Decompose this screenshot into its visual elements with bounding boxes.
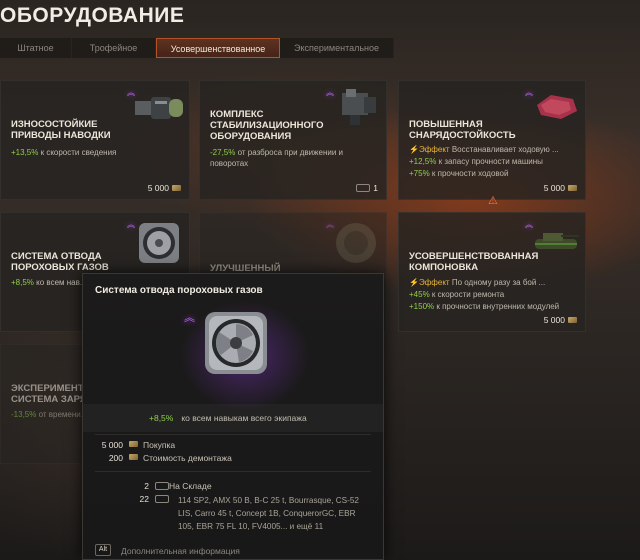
card-title: СИСТЕМА ОТВОДА ПОРОХОВЫХ ГАЗОВ (11, 251, 109, 273)
tab-standard[interactable]: Штатное (0, 38, 72, 58)
card-bonus: +150% к прочности внутренних модулей (409, 302, 560, 311)
card-in-stock: 1 (356, 183, 378, 193)
tank-icon (155, 482, 169, 490)
alt-key-icon: Alt (95, 544, 111, 556)
tank-model-image (535, 233, 579, 249)
tank-icon (356, 184, 371, 192)
tank-icon (155, 495, 169, 503)
tab-bar: Штатное Трофейное Усовершенствованное Эк… (0, 38, 394, 58)
equipment-tooltip: Система отвода пороховых газов ︽ +8,5% ко… (82, 273, 384, 560)
rank-chevron-icon: ︽ (127, 220, 135, 229)
armor-plate-image (537, 95, 577, 119)
credit-icon (568, 185, 577, 191)
demount-row: 200 Стоимость демонтажа (108, 453, 232, 463)
tab-experimental[interactable]: Экспериментальное (280, 38, 394, 58)
warning-icon: ⚠ (488, 195, 498, 207)
more-info-hint: Дополнительная информация (121, 546, 240, 556)
card-bonus: -27,5% от разброса при движении и поворо… (210, 148, 343, 168)
divider (95, 434, 371, 435)
page-title: ОБОРУДОВАНИЕ (0, 4, 185, 27)
equipment-card-shell-resistance[interactable]: ︽ ПОВЫШЕННАЯ СНАРЯДОСТОЙКОСТЬ ⚡Эффект Во… (398, 80, 586, 200)
divider (95, 471, 371, 472)
credit-icon (172, 185, 181, 191)
card-price: 5 000 (544, 183, 577, 193)
card-price: 5 000 (148, 183, 181, 193)
tab-improved[interactable]: Усовершенствованное (156, 38, 280, 58)
card-price: 5 000 (544, 315, 577, 325)
stabilizer-image (342, 89, 376, 125)
fan-image (205, 312, 267, 374)
card-bonus: -13,5% от времени... (11, 410, 88, 419)
equipment-card-stabilization[interactable]: ︽ КОМПЛЕКС СТАБИЛИЗАЦИОННОГО ОБОРУДОВАНИ… (199, 80, 387, 200)
tab-trophy[interactable]: Трофейное (72, 38, 156, 58)
rank-chevron-icon: ︽ (184, 312, 195, 324)
card-bonus: +45% к скорости ремонта (409, 290, 505, 299)
gun-drives-image (135, 97, 183, 119)
card-title: ИЗНОСОСТОЙКИЕ ПРИВОДЫ НАВОДКИ (11, 119, 111, 141)
card-title: ПОВЫШЕННАЯ СНАРЯДОСТОЙКОСТЬ (409, 119, 516, 141)
credit-icon (568, 317, 577, 323)
equipment-card-gun-drives[interactable]: ︽ ИЗНОСОСТОЙКИЕ ПРИВОДЫ НАВОДКИ +13,5% к… (0, 80, 190, 200)
card-title: КОМПЛЕКС СТАБИЛИЗАЦИОННОГО ОБОРУДОВАНИЯ (210, 109, 324, 142)
credit-icon (129, 454, 138, 460)
card-bonus: +12,5% к запасу прочности машины (409, 157, 543, 166)
card-title: УСОВЕРШЕНСТВОВАННАЯ КОМПОНОВКА (409, 251, 539, 273)
compressor-image (336, 223, 376, 263)
fan-image (139, 223, 179, 263)
credit-icon (129, 441, 138, 447)
tooltip-bonus: +8,5% ко всем навыкам всего экипажа (149, 413, 307, 423)
equipment-card-improved-layout[interactable]: ︽ УСОВЕРШЕНСТВОВАННАЯ КОМПОНОВКА ⚡Эффект… (398, 212, 586, 332)
compatible-tanks-list: 114 SP2, AMX 50 B, B-C 25 t, Bourrasque,… (178, 496, 359, 531)
stock-row: 2 На Складе (144, 481, 212, 491)
tanks-count-row: 22 (109, 494, 169, 506)
card-bonus: +8,5% ко всем нав... (11, 278, 87, 287)
card-bonus: +75% к прочности ходовой (409, 169, 509, 178)
tooltip-title: Система отвода пороховых газов (95, 285, 263, 296)
purchase-row: 5 000 Покупка (101, 440, 176, 450)
card-effect: ⚡Эффект Восстанавливает ходовую ... (409, 145, 559, 154)
card-bonus: +13,5% к скорости сведения (11, 148, 117, 157)
card-effect: ⚡Эффект По одному разу за бой ... (409, 278, 546, 287)
